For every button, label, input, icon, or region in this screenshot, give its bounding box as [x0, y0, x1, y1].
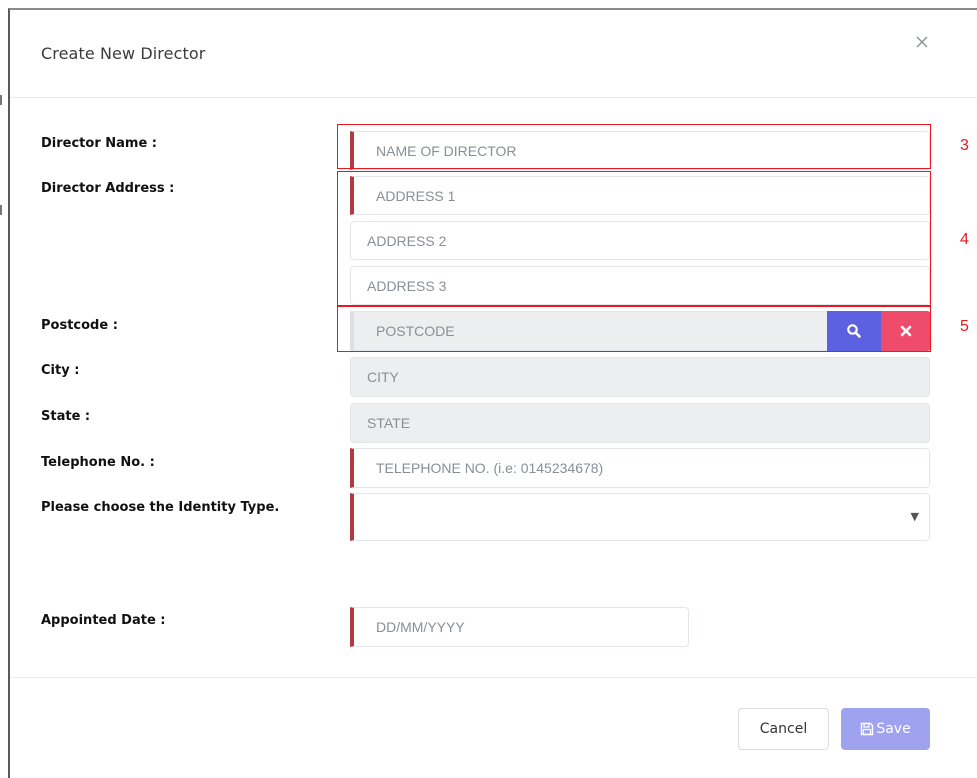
search-icon — [847, 324, 861, 338]
modal-header: Create New Director — [10, 10, 977, 98]
state-label: State : — [41, 409, 91, 424]
floppy-disk-icon — [861, 722, 874, 736]
close-button[interactable] — [910, 30, 934, 54]
appointed-date-input[interactable] — [350, 607, 689, 647]
address-3-input[interactable] — [350, 266, 930, 305]
create-director-modal: Create New Director Director Name : Dire… — [8, 8, 977, 778]
modal-footer-divider — [10, 677, 977, 678]
background-tick — [0, 205, 2, 215]
times-icon — [900, 325, 912, 337]
director-name-label: Director Name : — [41, 136, 158, 151]
modal-title: Create New Director — [41, 44, 206, 63]
postcode-input[interactable] — [350, 311, 828, 351]
close-icon — [916, 36, 928, 48]
postcode-label: Postcode : — [41, 318, 118, 333]
save-button[interactable]: Save — [841, 708, 930, 750]
state-input — [350, 403, 930, 443]
city-input — [350, 357, 930, 397]
postcode-clear-button[interactable] — [881, 311, 931, 351]
director-address-label: Director Address : — [41, 181, 175, 196]
identity-type-label: Please choose the Identity Type. — [41, 500, 280, 515]
annotation-number-4: 4 — [960, 231, 969, 248]
appointed-date-label: Appointed Date : — [41, 613, 166, 628]
postcode-search-button[interactable] — [827, 311, 881, 351]
address-1-input[interactable] — [350, 176, 930, 215]
cancel-button[interactable]: Cancel — [738, 708, 829, 750]
save-label: Save — [876, 721, 911, 737]
caret-down-icon: ▼ — [910, 510, 919, 523]
annotation-number-5: 5 — [960, 318, 969, 335]
telephone-label: Telephone No. : — [41, 455, 155, 470]
identity-type-select[interactable]: ▼ — [350, 493, 930, 541]
city-label: City : — [41, 363, 80, 378]
director-name-input[interactable] — [350, 131, 930, 170]
telephone-input[interactable] — [350, 448, 930, 488]
address-2-input[interactable] — [350, 221, 930, 260]
background-tick — [0, 95, 2, 105]
annotation-number-3: 3 — [960, 137, 969, 154]
